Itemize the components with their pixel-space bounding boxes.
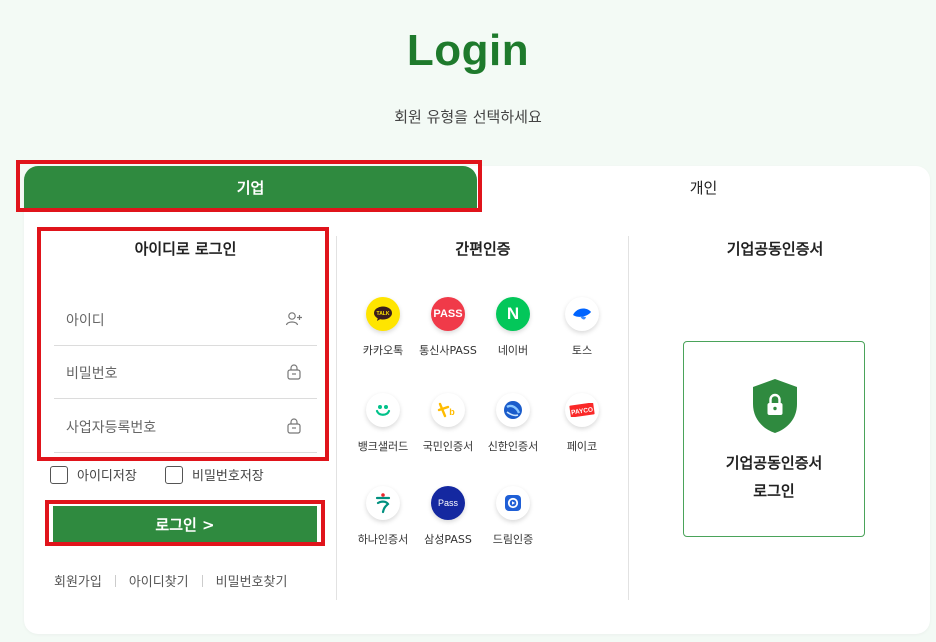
svg-text:TALK: TALK — [377, 311, 390, 317]
auth-label: 신한인증서 — [487, 440, 539, 453]
corp-cert-button-line2: 로그인 — [753, 482, 795, 500]
save-id-checkbox-box[interactable] — [50, 465, 68, 484]
kb-icon: b — [431, 393, 465, 427]
shinhan-icon — [496, 393, 530, 427]
auth-payco[interactable]: PAYCO 페이코 — [547, 393, 617, 454]
auth-toss[interactable]: 토스 — [547, 297, 617, 358]
auth-dream[interactable]: 드림인증 — [478, 486, 548, 547]
auth-kakaotalk[interactable]: TALK 카카오톡 — [348, 297, 418, 358]
hana-icon — [366, 486, 400, 520]
page-subtitle: 회원 유형을 선택하세요 — [394, 108, 542, 126]
auth-label: 카카오톡 — [362, 344, 404, 357]
tab-personal[interactable]: 개인 — [477, 166, 930, 208]
auth-label: 네이버 — [497, 344, 529, 357]
link-separator — [201, 574, 203, 587]
dream-icon — [496, 486, 530, 520]
highlight-box-tab — [16, 160, 482, 212]
find-id-link[interactable]: 아이디찾기 — [129, 571, 189, 590]
naver-icon: N — [496, 297, 530, 331]
auth-pass[interactable]: PASS 통신사PASS — [413, 297, 483, 358]
corp-cert-title: 기업공동인증서 — [726, 240, 824, 258]
save-id-checkbox[interactable]: 아이디저장 — [50, 465, 137, 484]
auth-label: 페이코 — [566, 440, 598, 453]
shield-lock-icon — [753, 379, 797, 433]
highlight-box-login-button — [45, 500, 325, 546]
payco-icon: PAYCO — [565, 393, 599, 427]
column-divider — [628, 236, 629, 600]
find-password-link[interactable]: 비밀번호찾기 — [216, 571, 288, 590]
auth-label: 드림인증 — [492, 533, 534, 546]
auth-kb[interactable]: b 국민인증서 — [413, 393, 483, 454]
auth-hana[interactable]: 하나인증서 — [348, 486, 418, 547]
banksalad-icon — [366, 393, 400, 427]
auth-label: 통신사PASS — [419, 344, 477, 357]
highlight-box-id-form — [37, 227, 329, 461]
auth-label: 삼성PASS — [424, 533, 472, 546]
account-links: 회원가입 아이디찾기 비밀번호찾기 — [54, 571, 318, 590]
pass-icon: PASS — [431, 297, 465, 331]
tab-personal-label: 개인 — [689, 178, 718, 197]
auth-label: 뱅크샐러드 — [357, 440, 409, 453]
link-separator — [114, 574, 116, 587]
toss-icon — [565, 297, 599, 331]
simple-auth-title: 간편인증 — [455, 240, 511, 258]
page-title: Login — [406, 26, 530, 75]
auth-banksalad[interactable]: 뱅크샐러드 — [348, 393, 418, 454]
auth-label: 국민인증서 — [422, 440, 474, 453]
corp-cert-login-button[interactable]: 기업공동인증서 로그인 — [683, 341, 865, 537]
kakaotalk-icon: TALK — [366, 297, 400, 331]
auth-label: 토스 — [571, 344, 593, 357]
save-password-checkbox-box[interactable] — [165, 465, 183, 484]
save-password-checkbox[interactable]: 비밀번호저장 — [165, 465, 264, 484]
save-password-label: 비밀번호저장 — [192, 469, 264, 484]
auth-naver[interactable]: N 네이버 — [478, 297, 548, 358]
save-id-label: 아이디저장 — [77, 469, 137, 484]
auth-shinhan[interactable]: 신한인증서 — [478, 393, 548, 454]
auth-label: 하나인증서 — [357, 533, 409, 546]
column-divider — [336, 236, 337, 600]
auth-samsung-pass[interactable]: Pass 삼성PASS — [413, 486, 483, 547]
corp-cert-button-line1: 기업공동인증서 — [725, 454, 823, 472]
samsung-pass-icon: Pass — [431, 486, 465, 520]
svg-text:b: b — [449, 407, 455, 417]
signup-link[interactable]: 회원가입 — [54, 571, 102, 590]
